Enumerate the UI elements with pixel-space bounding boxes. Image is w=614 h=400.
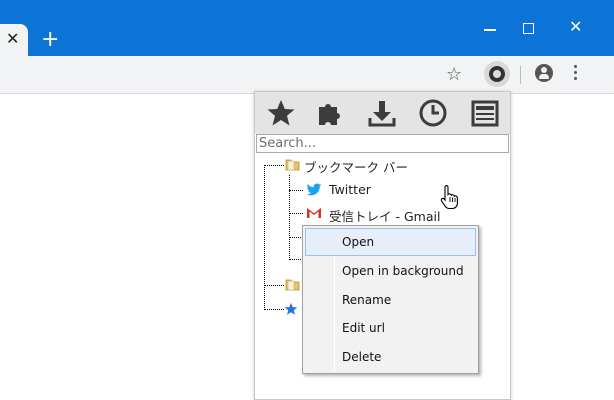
menu-item-edit-url[interactable]: Edit url — [305, 314, 476, 342]
tree-line — [289, 213, 303, 214]
profile-icon[interactable] — [535, 64, 553, 82]
star-icon[interactable] — [266, 98, 296, 128]
twitter-icon — [306, 183, 322, 196]
newspaper-icon[interactable] — [470, 98, 500, 128]
puzzle-icon[interactable] — [316, 98, 346, 128]
tree-line — [289, 237, 303, 238]
tab-close-icon[interactable]: ✕ — [6, 29, 19, 48]
folder-bookmark-bar[interactable]: ブックマーク バー — [304, 157, 408, 176]
new-tab-icon[interactable]: + — [41, 26, 59, 54]
tree-line — [264, 285, 284, 286]
hand-cursor-icon — [440, 184, 458, 210]
star-icon — [284, 302, 298, 315]
tree-line — [264, 165, 284, 166]
clock-icon[interactable] — [418, 98, 448, 128]
bookmark-twitter[interactable]: Twitter — [329, 182, 371, 197]
browser-tab[interactable]: ✕ — [0, 24, 28, 56]
tree-line — [289, 259, 303, 260]
gmail-icon — [306, 207, 322, 219]
kebab-menu-icon[interactable] — [574, 65, 578, 83]
context-menu: Open Open in background Rename Edit url … — [302, 225, 479, 374]
extension-button[interactable] — [484, 61, 510, 87]
tree-line — [289, 190, 303, 191]
menu-item-delete[interactable]: Delete — [305, 343, 476, 371]
menu-item-rename[interactable]: Rename — [305, 286, 476, 314]
folder-icon — [285, 159, 300, 171]
download-icon[interactable] — [367, 98, 397, 128]
menu-item-open[interactable]: Open — [305, 228, 476, 256]
bookmark-star-icon[interactable]: ☆ — [446, 64, 462, 85]
minimize-icon[interactable] — [484, 29, 496, 31]
title-bar: ✕ + ✕ — [0, 0, 614, 56]
popup-icon-bar — [255, 92, 510, 134]
address-bar[interactable] — [0, 60, 474, 90]
folder-icon — [285, 279, 300, 291]
extension-icon — [489, 66, 505, 82]
bookmark-gmail[interactable]: 受信トレイ - Gmail — [329, 206, 440, 225]
menu-item-open-in-background[interactable]: Open in background — [305, 257, 476, 285]
browser-toolbar: ☆ — [0, 56, 614, 94]
search-input[interactable] — [256, 134, 509, 153]
maximize-icon[interactable] — [523, 23, 534, 34]
close-window-icon[interactable]: ✕ — [569, 17, 582, 36]
tree-line — [289, 175, 290, 260]
tree-line — [264, 165, 265, 310]
tree-line — [264, 309, 284, 310]
toolbar-separator — [520, 66, 521, 84]
